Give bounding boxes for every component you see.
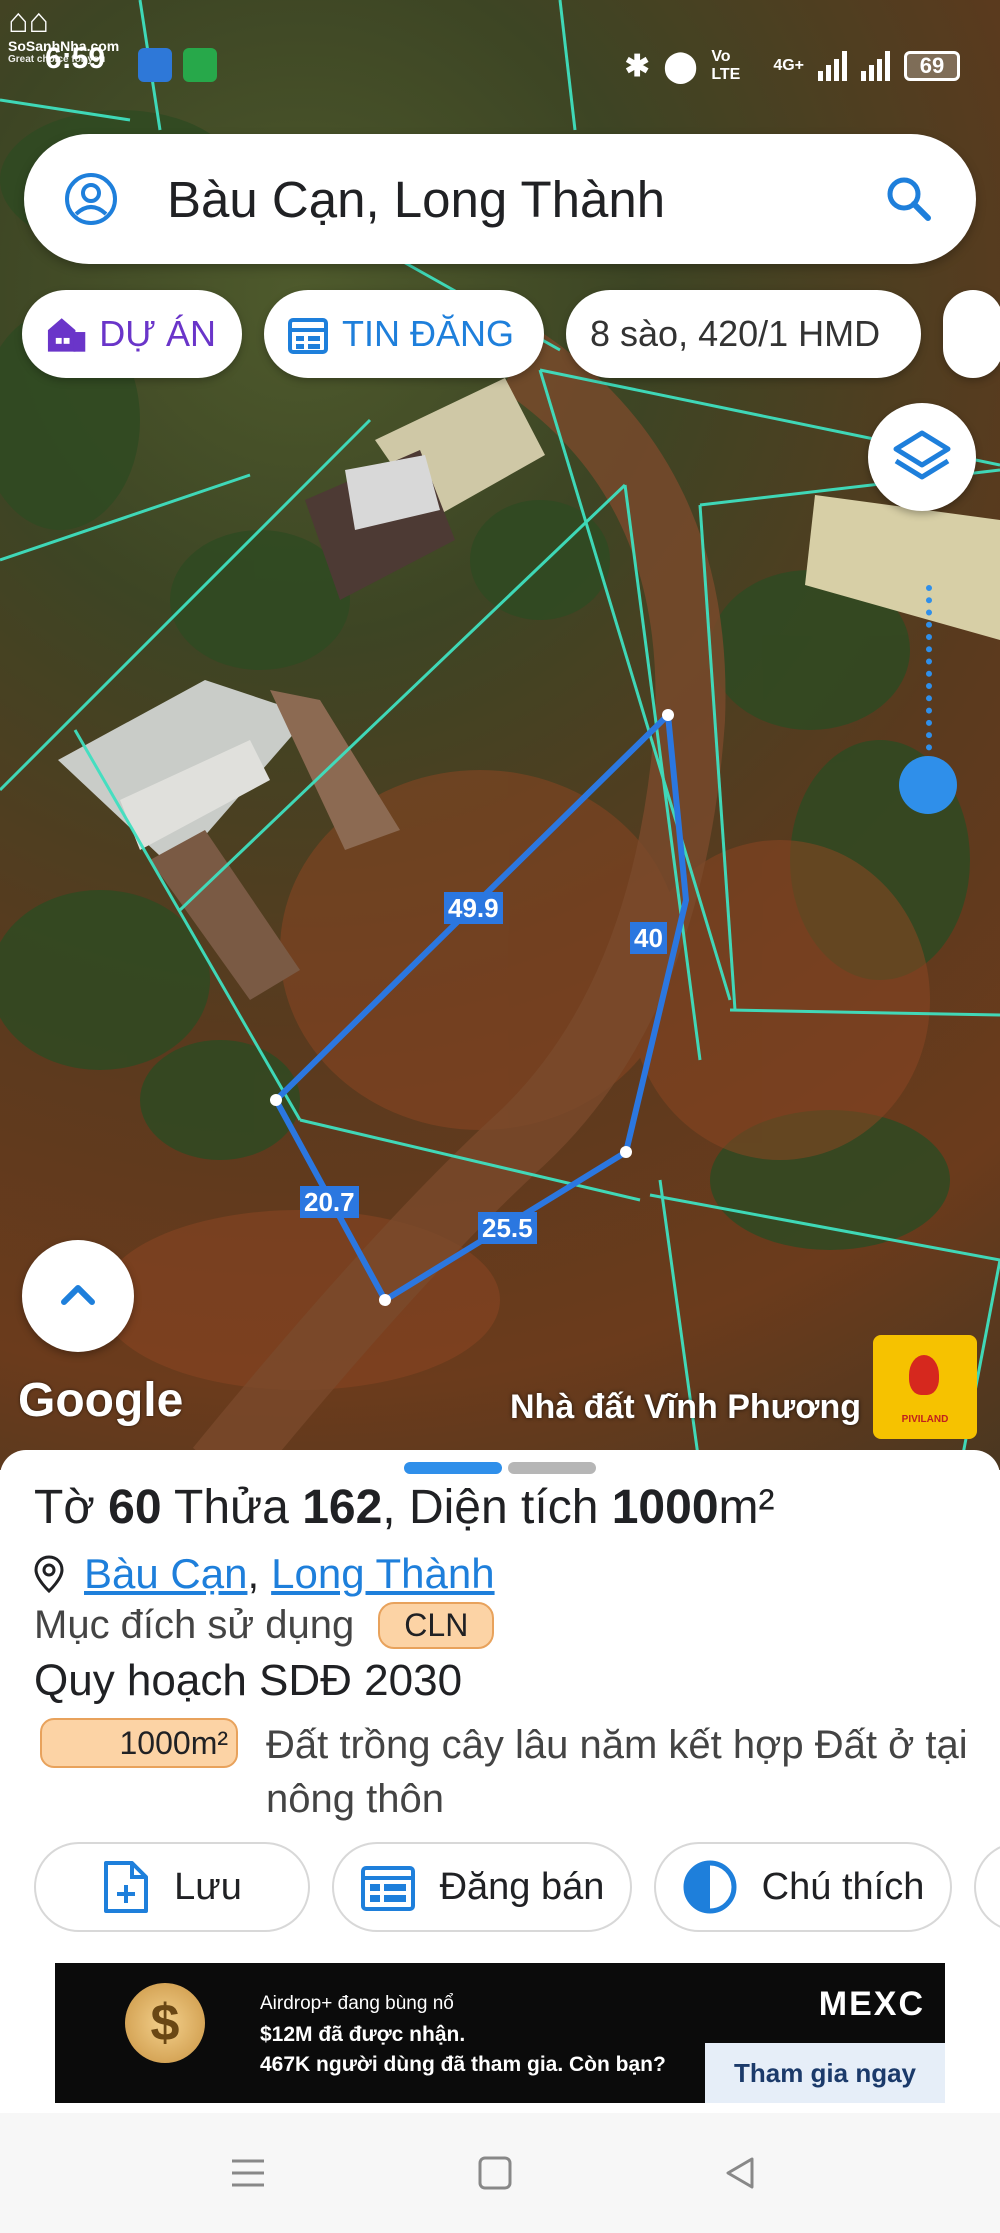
edge-label: 40 [630, 922, 667, 954]
opacity-slider-track[interactable] [926, 585, 932, 775]
layers-button[interactable] [868, 403, 976, 511]
bluetooth-icon: ✱ [624, 49, 650, 83]
ad-line: Airdrop+ đang bùng nổ [260, 1993, 454, 2014]
app-notification-icon [138, 48, 172, 82]
ad-brand: MEXC [818, 1985, 925, 2023]
search-bar[interactable]: Bàu Cạn, Long Thành [24, 134, 976, 264]
chevron-up-icon [61, 1285, 95, 1305]
parcel-title: Tờ 60 Thửa 162, Diện tích 1000m² [34, 1481, 775, 1534]
land-use-label: Mục đích sử dụng [34, 1603, 355, 1647]
back-icon[interactable] [720, 2153, 760, 2193]
chip-label: 8 sào, 420/1 HMD [590, 313, 881, 354]
system-nav-bar [0, 2113, 1000, 2233]
planning-area-badge: 1000m² [40, 1718, 238, 1768]
edge-label: 49.9 [444, 892, 503, 924]
calendar-icon [288, 318, 328, 354]
location-pin-icon [34, 1555, 64, 1593]
status-bar: ⌂⌂ SoSanhNha.com Great choice for you 6:… [0, 0, 1000, 130]
legend-button[interactable]: Chú thích [654, 1842, 952, 1932]
battery-indicator: 69 [904, 51, 960, 81]
contrast-icon [683, 1860, 737, 1914]
legend-label: Chú thích [761, 1865, 925, 1908]
add-file-icon [104, 1861, 149, 1913]
user-icon[interactable] [62, 170, 120, 228]
google-logo: Google [18, 1374, 184, 1427]
commune-link[interactable]: Bàu Cạn [84, 1550, 247, 1598]
signal-icon [818, 51, 847, 81]
search-input[interactable]: Bàu Cạn, Long Thành [167, 170, 665, 229]
ad-cta-button[interactable]: Tham gia ngay [705, 2043, 945, 2103]
post-sale-button[interactable]: Đăng bán [332, 1842, 632, 1932]
dollar-coin-icon: $ [125, 1983, 205, 2063]
parcel-info-sheet: Tờ 60 Thửa 162, Diện tích 1000m² Bàu Cạn… [0, 1450, 1000, 1960]
edge-label: 25.5 [478, 1212, 537, 1244]
chip-more[interactable] [943, 290, 1000, 378]
clock: 6:59 [45, 42, 106, 75]
filter-chips: DỰ ÁN TIN ĐĂNG 8 sào, 420/1 HMD [22, 290, 1000, 378]
edge-label: 20.7 [300, 1186, 359, 1218]
ad-line: $12M đã được nhận. [260, 2023, 466, 2046]
location-row: Bàu Cạn , Long Thành [34, 1550, 495, 1598]
save-label: Lưu [174, 1865, 242, 1908]
sheet-handle-active[interactable] [404, 1462, 502, 1474]
location-icon: ⬤ [663, 49, 698, 83]
ad-line: 467K người dùng đã tham gia. Còn bạn? [260, 2053, 666, 2076]
piviland-logo: PIVILAND [873, 1335, 977, 1439]
layers-icon [893, 430, 951, 480]
post-sale-label: Đăng bán [439, 1865, 605, 1908]
calendar-icon [360, 1866, 415, 1911]
chip-filter[interactable]: 8 sào, 420/1 HMD [566, 290, 921, 378]
shield-icon [183, 48, 217, 82]
watermark-text: Nhà đất Vĩnh Phương [510, 1388, 862, 1426]
action-buttons: Lưu Đăng bán Chú thích [34, 1842, 1000, 1932]
opacity-slider-handle[interactable] [899, 756, 957, 814]
signal-icon [861, 51, 890, 81]
land-use-row: Mục đích sử dụng CLN [34, 1602, 495, 1649]
chip-label: TIN ĐĂNG [342, 313, 515, 354]
menu-icon[interactable] [228, 2153, 268, 2193]
chip-du-an[interactable]: DỰ ÁN [22, 290, 242, 378]
map-view[interactable]: 49.9 40 20.7 25.5 ⌂⌂ SoSanhNha.com Great… [0, 0, 1000, 1470]
district-link[interactable]: Long Thành [271, 1550, 494, 1598]
planning-title: Quy hoạch SDĐ 2030 [34, 1656, 463, 1705]
home-icon[interactable] [475, 2153, 515, 2193]
save-button[interactable]: Lưu [34, 1842, 310, 1932]
expand-button[interactable] [22, 1240, 134, 1352]
network-gen: 4G+ [773, 57, 804, 74]
network-label: Vo LTE [711, 48, 741, 83]
ad-banner[interactable]: $ Airdrop+ đang bùng nổ $12M đã được nhậ… [55, 1963, 945, 2103]
land-use-badge: CLN [378, 1602, 495, 1649]
planning-description: Đất trồng cây lâu năm kết hợp Đất ở tại … [266, 1723, 968, 1821]
chip-label: DỰ ÁN [99, 313, 216, 354]
more-actions-button[interactable] [974, 1842, 1000, 1932]
search-icon[interactable] [880, 170, 938, 228]
sheet-handle[interactable] [508, 1462, 596, 1474]
project-icon [47, 318, 86, 352]
chip-tin-dang[interactable]: TIN ĐĂNG [264, 290, 544, 378]
